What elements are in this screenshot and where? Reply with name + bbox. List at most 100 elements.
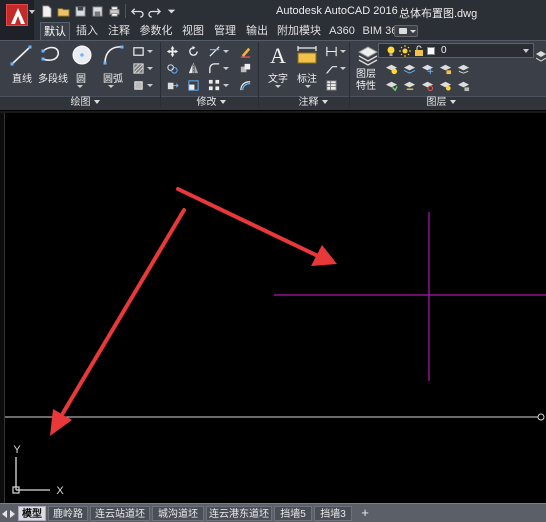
print-icon[interactable] [106, 3, 122, 19]
add-layout-button[interactable]: + [358, 506, 372, 521]
dimension-tool[interactable] [293, 42, 321, 68]
leader-icon[interactable] [324, 61, 338, 75]
polyline-tool[interactable] [38, 42, 66, 68]
array-icon[interactable] [207, 78, 221, 92]
save-as-icon[interactable] [89, 3, 105, 19]
current-layer-name: 0 [441, 45, 447, 56]
line-tool[interactable] [7, 42, 35, 68]
draw-panel-title-text: 绘图 [70, 97, 91, 108]
arc-tool[interactable] [99, 42, 127, 68]
ribbon-display-toggle[interactable] [394, 25, 418, 37]
undo-icon[interactable] [129, 3, 145, 19]
layer-unisolate-icon[interactable] [420, 78, 434, 92]
drawing-canvas[interactable]: Y X [0, 113, 546, 503]
mirror-icon[interactable] [186, 61, 200, 75]
layers-panel-title[interactable]: 图层 [416, 97, 466, 109]
layout-tab-3[interactable]: 城沟道坯 [152, 506, 204, 521]
customize-dropdown-icon[interactable] [163, 3, 179, 19]
tab-view[interactable]: 视图 [178, 22, 208, 40]
tab-insert[interactable]: 插入 [72, 22, 102, 40]
fillet-icon[interactable] [207, 61, 221, 75]
layer-freeze-icon[interactable] [420, 61, 434, 75]
layout-tab-model[interactable]: 模型 [18, 506, 46, 521]
offset-icon[interactable] [238, 78, 252, 92]
tab-addins[interactable]: 附加模块 [274, 22, 324, 40]
region-tool-icon[interactable] [131, 78, 145, 92]
annotation-panel-title-text: 注释 [298, 97, 319, 108]
trim-icon[interactable] [207, 44, 221, 58]
open-icon[interactable] [55, 3, 71, 19]
stretch-icon[interactable] [165, 78, 179, 92]
save-icon[interactable] [72, 3, 88, 19]
chevron-down-icon[interactable] [275, 85, 281, 88]
modify-panel-title[interactable]: 修改 [186, 97, 236, 109]
rectangle-tool-icon[interactable] [131, 44, 145, 58]
text-icon: A [270, 43, 286, 67]
svg-text:A: A [270, 43, 286, 67]
draw-panel-title[interactable]: 绘图 [60, 97, 110, 109]
chevron-down-icon[interactable] [108, 85, 114, 88]
layer-make-current-icon[interactable] [384, 78, 398, 92]
chevron-down-icon[interactable] [223, 50, 229, 53]
lightbulb-icon [387, 46, 395, 56]
layout-tab-6[interactable]: 挡墙3 [314, 506, 352, 521]
tab-default[interactable]: 默认 [40, 22, 70, 40]
erase-icon[interactable] [238, 44, 252, 58]
nav-left-icon[interactable] [2, 510, 7, 518]
new-icon[interactable] [38, 3, 54, 19]
chevron-down-icon [29, 10, 35, 14]
chevron-down-icon[interactable] [340, 50, 346, 53]
layer-thaw-icon[interactable] [438, 78, 452, 92]
rotate-icon[interactable] [186, 44, 200, 58]
circle-icon [72, 45, 92, 65]
redo-icon[interactable] [146, 3, 162, 19]
hatch-tool-icon[interactable] [131, 61, 145, 75]
arc-tool-label: 圆弧 [103, 74, 123, 85]
panel-separator [349, 42, 350, 108]
layer-properties-icon [357, 46, 379, 66]
tab-manage[interactable]: 管理 [210, 22, 240, 40]
ribbon-overflow[interactable] [535, 42, 546, 94]
chevron-down-icon[interactable] [147, 50, 153, 53]
explode-icon[interactable] [238, 61, 252, 75]
layer-walk-icon[interactable] [456, 61, 470, 75]
chevron-down-icon[interactable] [340, 67, 346, 70]
scale-icon[interactable] [186, 78, 200, 92]
layer-properties-label-line2: 特性 [356, 81, 376, 92]
layer-unlock-icon[interactable] [456, 78, 470, 92]
tab-annotate[interactable]: 注释 [104, 22, 134, 40]
linear-dimension-icon[interactable] [324, 44, 338, 58]
circle-tool[interactable] [68, 42, 96, 68]
layout-tab-bar: 模型 鹿岭路 连云站道坯 城沟道坯 连云港东道坯 挡墙5 挡墙3 + [0, 503, 546, 522]
line-icon [10, 45, 32, 66]
chevron-down-icon[interactable] [77, 85, 83, 88]
tab-parametric[interactable]: 参数化 [136, 22, 176, 40]
chevron-down-icon[interactable] [147, 84, 153, 87]
tab-output[interactable]: 输出 [242, 22, 272, 40]
text-tool[interactable]: A [264, 42, 292, 68]
layer-off-icon[interactable] [384, 61, 398, 75]
copy-icon[interactable] [165, 61, 179, 75]
layer-lock-icon[interactable] [438, 61, 452, 75]
grip-point[interactable] [537, 413, 545, 421]
layout-nav-arrows[interactable] [2, 508, 16, 519]
tab-a360[interactable]: A360 [326, 22, 358, 40]
polyline-tool-label: 多段线 [38, 74, 68, 85]
layout-tab-5[interactable]: 挡墙5 [274, 506, 312, 521]
chevron-down-icon[interactable] [223, 67, 229, 70]
annotation-panel-title[interactable]: 注释 [288, 97, 338, 109]
layer-isolate-icon[interactable] [402, 61, 416, 75]
layout-tab-2[interactable]: 连云站道坯 [90, 506, 150, 521]
chevron-down-icon[interactable] [305, 85, 311, 88]
layout-tab-4[interactable]: 连云港东道坯 [206, 506, 272, 521]
layer-match-icon[interactable] [402, 78, 416, 92]
ucs-y-label: Y [13, 444, 21, 456]
table-icon[interactable] [324, 78, 338, 92]
move-icon[interactable] [165, 44, 179, 58]
chevron-down-icon[interactable] [223, 84, 229, 87]
layer-dropdown[interactable]: 0 [378, 43, 534, 58]
chevron-down-icon[interactable] [147, 67, 153, 70]
application-menu-button[interactable] [0, 0, 35, 42]
layout-tab-1[interactable]: 鹿岭路 [48, 506, 88, 521]
nav-right-icon[interactable] [10, 510, 15, 518]
